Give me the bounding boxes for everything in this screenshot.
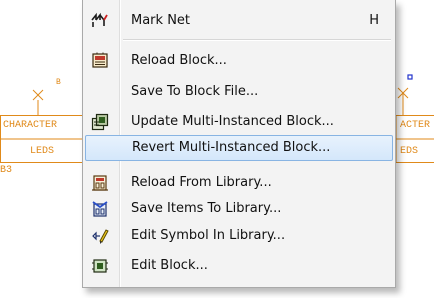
menu-item-label: Update Multi-Instanced Block... [131,114,334,129]
edit-symbol-icon [92,229,109,244]
right-block-bottom-label: EDS [400,146,419,157]
menu-item-label: Save To Block File... [131,84,259,99]
left-block-ref-label: B3 [0,165,13,176]
context-menu: Mark Net H Reload Block... Save To Block… [82,0,396,288]
update-block-icon [91,113,109,131]
right-pin-marker [407,74,413,80]
menu-item-label: Edit Symbol In Library... [131,228,286,243]
mark-net-icon [91,12,108,27]
reload-library-icon [92,175,108,191]
save-library-icon [92,201,108,217]
left-block-bottom-label: LEDS [30,146,55,157]
menu-item-label: Save Items To Library... [131,201,282,216]
menu-item-label: Edit Block... [131,258,208,273]
menu-item-reload-from-library[interactable]: Reload From Library... [85,170,393,196]
menu-item-label: Revert Multi-Instanced Block... [132,140,331,155]
menu-item-reload-block[interactable]: Reload Block... [85,48,393,74]
menu-item-save-to-block-file[interactable]: Save To Block File... [85,79,393,105]
reload-block-icon [92,52,108,68]
menu-separator [123,39,391,41]
menu-item-label: Reload From Library... [131,175,272,190]
edit-block-icon [92,259,108,273]
menu-item-edit-block[interactable]: Edit Block... [85,253,393,279]
menu-item-label: Reload Block... [131,53,227,68]
right-block-top-label: ACTER [400,120,431,131]
menu-item-update-multi-instanced-block[interactable]: Update Multi-Instanced Block... [85,109,393,135]
menu-item-edit-symbol-in-library[interactable]: Edit Symbol In Library... [85,223,393,249]
left-block-pin-label: B [56,78,61,87]
left-block-top-label: CHARACTER [3,120,58,131]
menu-item-mark-net[interactable]: Mark Net H [85,8,393,34]
menu-item-label: Mark Net [131,13,191,28]
menu-item-save-items-to-library[interactable]: Save Items To Library... [85,196,393,222]
menu-item-shortcut: H [369,13,379,28]
menu-item-revert-multi-instanced-block[interactable]: Revert Multi-Instanced Block... [85,135,393,161]
